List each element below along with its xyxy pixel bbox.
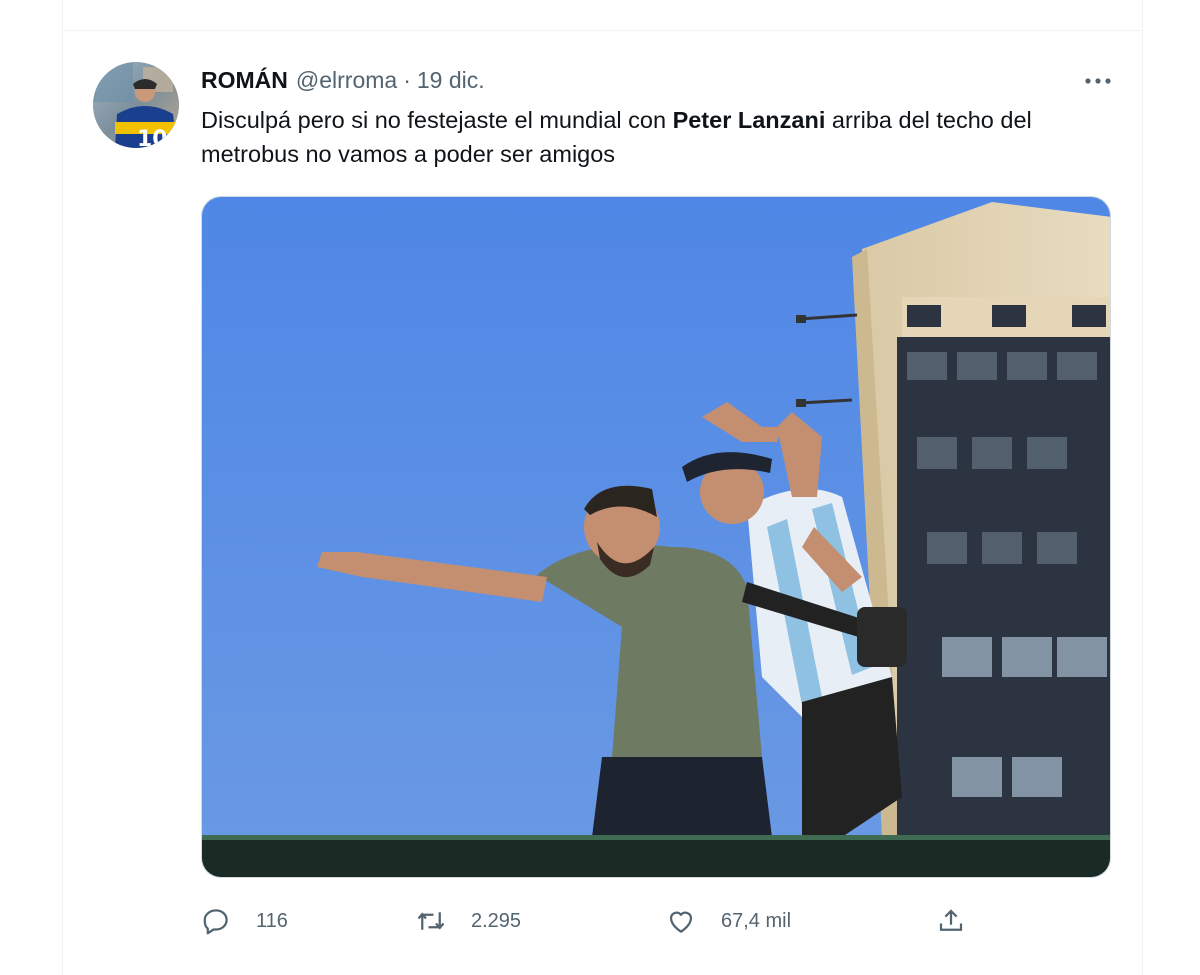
like-count: 67,4 mil — [721, 909, 792, 932]
reply-count: 116 — [256, 909, 288, 932]
author-handle[interactable]: @elrroma — [296, 67, 397, 94]
like-button[interactable]: 67,4 mil — [666, 901, 791, 941]
tweet-actions: 116 2.295 67,4 mil — [201, 901, 981, 941]
more-horizontal-icon — [1085, 78, 1111, 84]
retweet-button[interactable]: 2.295 — [416, 901, 521, 941]
photo-image — [202, 197, 1110, 877]
timeline-canvas: 10 ROMÁN @elrroma · 19 dic. Disculpá per… — [0, 0, 1200, 975]
share-icon — [939, 909, 963, 931]
avatar-image: 10 — [93, 62, 179, 148]
reply-button[interactable]: 116 — [201, 901, 288, 941]
tweet-timestamp[interactable]: 19 dic. — [417, 67, 485, 94]
heart-icon — [669, 911, 693, 933]
author-name[interactable]: ROMÁN — [201, 67, 288, 94]
tweet-media-photo[interactable] — [201, 196, 1111, 878]
share-button[interactable] — [936, 901, 966, 941]
retweet-icon — [417, 912, 445, 930]
svg-text:10: 10 — [137, 127, 168, 148]
tweet[interactable]: 10 ROMÁN @elrroma · 19 dic. Disculpá per… — [63, 31, 1142, 975]
tweet-text-part: Disculpá pero si no festejaste el mundia… — [201, 107, 673, 133]
tweet-text: Disculpá pero si no festejaste el mundia… — [201, 103, 1121, 171]
tweet-header: ROMÁN @elrroma · 19 dic. — [201, 67, 485, 97]
more-options-button[interactable] — [1081, 69, 1115, 93]
reply-icon — [203, 909, 228, 935]
header-separator: · — [403, 67, 411, 93]
avatar[interactable]: 10 — [93, 62, 179, 148]
timeline-right-border — [1142, 0, 1143, 975]
retweet-count: 2.295 — [471, 909, 522, 932]
tweet-text-mention: Peter Lanzani — [672, 107, 826, 133]
